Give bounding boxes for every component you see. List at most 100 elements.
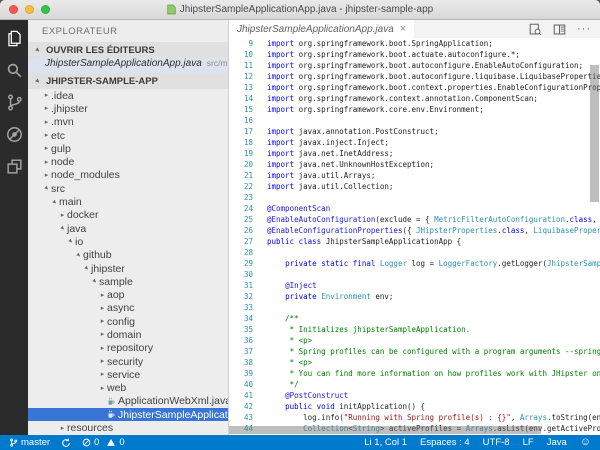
tree-folder-item[interactable]: ▸java xyxy=(28,222,228,235)
tree-folder-item[interactable]: ▸src xyxy=(28,182,228,195)
source-control-icon[interactable] xyxy=(5,93,24,112)
horizontal-scrollbar[interactable] xyxy=(229,426,541,434)
tree-folder-item[interactable]: ▸node xyxy=(28,155,228,168)
zoom-window-button[interactable] xyxy=(41,5,50,14)
code-line[interactable]: 18import javax.inject.Inject; xyxy=(229,137,600,148)
twistie-icon: ▸ xyxy=(98,357,107,366)
more-actions-icon[interactable]: ··· xyxy=(577,26,591,32)
branch-icon xyxy=(9,437,18,448)
code-line[interactable]: 16 xyxy=(229,115,600,126)
code-line[interactable]: 19import java.net.InetAddress; xyxy=(229,148,600,159)
code-line[interactable]: 31 @Inject xyxy=(229,280,600,291)
tree-folder-item[interactable]: ▸async xyxy=(28,302,228,315)
tree-folder-item[interactable]: ▸service xyxy=(28,368,228,381)
code-line[interactable]: 21import java.util.Arrays; xyxy=(229,170,600,181)
problems-indicator[interactable]: 0 0 xyxy=(82,437,125,448)
tree-folder-item[interactable]: ▸gulp xyxy=(28,142,228,155)
code-line[interactable]: 10import org.springframework.boot.actuat… xyxy=(229,49,600,60)
file-tree: ▸.idea▸.jhipster▸.mvn▸etc▸gulp▸node▸node… xyxy=(28,89,228,435)
line-number: 39 xyxy=(229,368,259,379)
split-editor-icon[interactable] xyxy=(553,23,566,36)
code-line[interactable]: 23 xyxy=(229,192,600,203)
code-line[interactable]: 12import org.springframework.boot.autoco… xyxy=(229,71,600,82)
tree-folder-item[interactable]: ▸etc xyxy=(28,129,228,142)
cursor-position[interactable]: Li 1, Col 1 xyxy=(364,437,407,448)
code-line[interactable]: 34 /** xyxy=(229,313,600,324)
tree-folder-item[interactable]: ▸domain xyxy=(28,328,228,341)
tree-folder-item[interactable]: ▸.jhipster xyxy=(28,102,228,115)
code-line[interactable]: 17import javax.annotation.PostConstruct; xyxy=(229,126,600,137)
tree-folder-item[interactable]: ▸aop xyxy=(28,288,228,301)
tree-folder-item[interactable]: ▸main xyxy=(28,195,228,208)
tree-folder-item[interactable]: ▸web xyxy=(28,382,228,395)
tree-file-item[interactable]: ApplicationWebXml.java xyxy=(28,395,228,408)
code-line[interactable]: 35 * Initializes jhipsterSampleApplicati… xyxy=(229,324,600,335)
tree-folder-item[interactable]: ▸jhipster xyxy=(28,262,228,275)
code-line[interactable]: 33 xyxy=(229,302,600,313)
sync-indicator[interactable] xyxy=(61,438,71,448)
open-editors-header[interactable]: ▸ OUVRIR LES ÉDITEURS xyxy=(28,42,228,58)
tree-folder-item[interactable]: ▸node_modules xyxy=(28,169,228,182)
tree-folder-item[interactable]: ▸io xyxy=(28,235,228,248)
git-branch-indicator[interactable]: master xyxy=(9,437,50,448)
code-line[interactable]: 29 private static final Logger log = Log… xyxy=(229,258,600,269)
search-icon[interactable] xyxy=(5,61,24,80)
tree-folder-item[interactable]: ▸config xyxy=(28,315,228,328)
code-area[interactable]: 9import org.springframework.boot.SpringA… xyxy=(229,38,600,435)
tree-item-label: node_modules xyxy=(51,169,120,181)
feedback-smiley-icon[interactable]: ☺ xyxy=(580,437,591,448)
twistie-icon: ▸ xyxy=(42,91,51,100)
minimize-window-button[interactable] xyxy=(25,5,34,14)
code-line[interactable]: 42 public void initApplication() { xyxy=(229,401,600,412)
code-line[interactable]: 22import java.util.Collection; xyxy=(229,181,600,192)
extensions-icon[interactable] xyxy=(5,157,24,176)
code-line[interactable]: 13import org.springframework.boot.contex… xyxy=(229,82,600,93)
open-preview-icon[interactable] xyxy=(529,23,542,36)
line-text: * You can find more information on how p… xyxy=(267,368,600,379)
tree-folder-item[interactable]: ▸.idea xyxy=(28,89,228,102)
indentation-setting[interactable]: Espaces : 4 xyxy=(420,437,470,448)
code-line[interactable]: 36 * <p> xyxy=(229,335,600,346)
eol-setting[interactable]: LF xyxy=(523,437,534,448)
code-line[interactable]: 11import org.springframework.boot.autoco… xyxy=(229,60,600,71)
code-line[interactable]: 25@EnableAutoConfiguration(exclude = { M… xyxy=(229,214,600,225)
code-line[interactable]: 26@EnableConfigurationProperties({ JHips… xyxy=(229,225,600,236)
code-line[interactable]: 43 log.info("Running with Spring profile… xyxy=(229,412,600,423)
tree-file-item[interactable]: JhipsterSampleApplicationApp.java xyxy=(28,408,228,421)
debug-icon[interactable] xyxy=(5,125,24,144)
twistie-icon: ▸ xyxy=(42,118,51,127)
code-line[interactable]: 32 private Environment env; xyxy=(229,291,600,302)
encoding-setting[interactable]: UTF-8 xyxy=(483,437,510,448)
code-line[interactable]: 38 * <p> xyxy=(229,357,600,368)
code-line[interactable]: 14import org.springframework.context.ann… xyxy=(229,93,600,104)
tree-folder-item[interactable]: ▸docker xyxy=(28,209,228,222)
code-line[interactable]: 37 * Spring profiles can be configured w… xyxy=(229,346,600,357)
code-line[interactable]: 39 * You can find more information on ho… xyxy=(229,368,600,379)
line-number: 12 xyxy=(229,71,259,82)
vertical-scrollbar[interactable] xyxy=(590,65,599,202)
language-mode[interactable]: Java xyxy=(547,437,567,448)
tree-folder-item[interactable]: ▸.mvn xyxy=(28,116,228,129)
tree-folder-item[interactable]: ▸resources xyxy=(28,421,228,434)
project-section-header[interactable]: ▸ JHIPSTER-SAMPLE-APP xyxy=(28,73,228,89)
tree-folder-item[interactable]: ▸github xyxy=(28,249,228,262)
code-line[interactable]: 15import org.springframework.core.env.En… xyxy=(229,104,600,115)
code-line[interactable]: 30 xyxy=(229,269,600,280)
tree-folder-item[interactable]: ▸security xyxy=(28,355,228,368)
code-line[interactable]: 27public class JhipsterSampleApplication… xyxy=(229,236,600,247)
code-line[interactable]: 24@ComponentScan xyxy=(229,203,600,214)
code-line[interactable]: 40 */ xyxy=(229,379,600,390)
code-line[interactable]: 9import org.springframework.boot.SpringA… xyxy=(229,38,600,49)
code-line[interactable]: 41 @PostConstruct xyxy=(229,390,600,401)
code-line[interactable]: 20import java.net.UnknownHostException; xyxy=(229,159,600,170)
tab-jhipstersampleapplicationapp[interactable]: JhipsterSampleApplicationApp.java × xyxy=(229,20,414,38)
close-window-button[interactable] xyxy=(9,5,18,14)
line-number: 14 xyxy=(229,93,259,104)
explorer-icon[interactable] xyxy=(5,29,24,48)
close-tab-icon[interactable]: × xyxy=(400,24,406,34)
tree-folder-item[interactable]: ▸sample xyxy=(28,275,228,288)
open-editor-item[interactable]: JhipsterSampleApplicationApp.java src/m.… xyxy=(28,58,228,73)
twistie-icon: ▸ xyxy=(58,211,67,220)
code-line[interactable]: 28 xyxy=(229,247,600,258)
tree-folder-item[interactable]: ▸repository xyxy=(28,342,228,355)
